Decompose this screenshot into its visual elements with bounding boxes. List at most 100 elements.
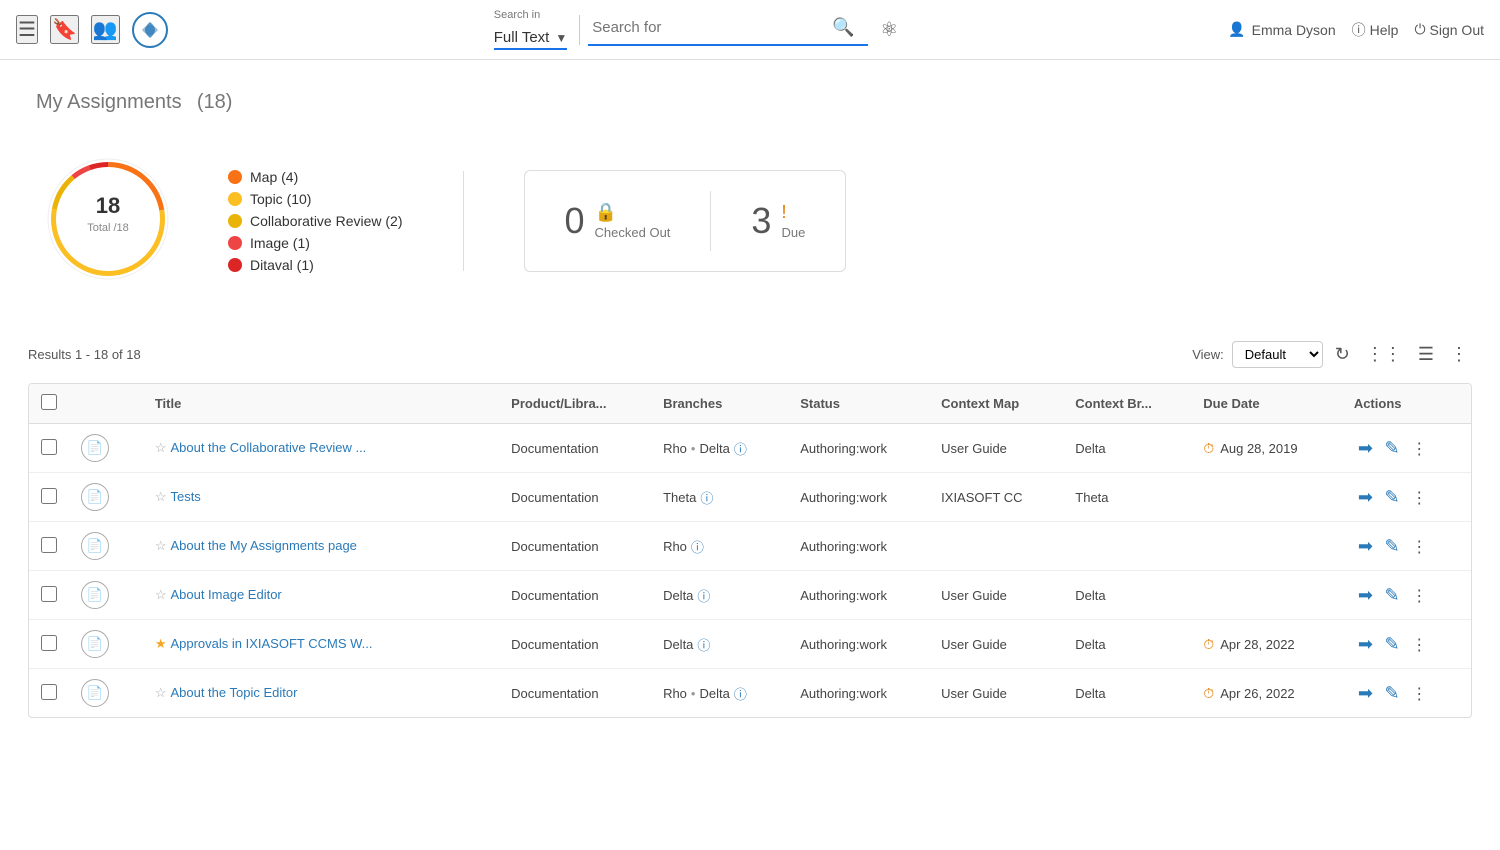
legend-label-image: Image (1) [250, 235, 310, 251]
star-icon-0[interactable]: ☆ [155, 440, 167, 455]
row-actions: ➡ ✎ ⋮ [1342, 424, 1471, 473]
row-product: Documentation [499, 522, 651, 571]
more-button-0[interactable]: ⋮ [1407, 437, 1431, 461]
branch-name: Delta [663, 637, 693, 652]
star-icon-3[interactable]: ☆ [155, 587, 167, 602]
exclamation-icon: ! [781, 202, 786, 223]
user-name: Emma Dyson [1252, 22, 1336, 38]
status-text: Authoring:work [800, 539, 887, 554]
stat-divider [710, 191, 711, 251]
logo[interactable] [132, 12, 168, 48]
row-title-5[interactable]: About the Topic Editor [170, 685, 297, 700]
table-body: 📄☆About the Collaborative Review ...Docu… [29, 424, 1471, 718]
row-checkbox-3[interactable] [41, 586, 57, 602]
edit-button-2[interactable]: ✎ [1381, 534, 1404, 559]
status-text: Authoring:work [800, 490, 887, 505]
assign-button-2[interactable]: ➡ [1354, 534, 1377, 559]
row-status: Authoring:work [788, 424, 929, 473]
assign-button-0[interactable]: ➡ [1354, 436, 1377, 461]
branch-info-icon[interactable]: ⓘ [734, 684, 747, 703]
row-checkbox-4[interactable] [41, 635, 57, 651]
row-title-0[interactable]: About the Collaborative Review ... [170, 440, 366, 455]
search-input-wrapper: 🔍 [588, 13, 868, 46]
legend-item-ditaval: Ditaval (1) [228, 257, 403, 273]
select-all-checkbox[interactable] [41, 394, 57, 410]
edit-button-3[interactable]: ✎ [1381, 583, 1404, 608]
due-label: Due [781, 225, 805, 240]
stats-box: 0 🔒 Checked Out 3 ! Due [524, 170, 847, 272]
table-row: 📄☆TestsDocumentationTheta ⓘAuthoring:wor… [29, 473, 1471, 522]
star-icon-2[interactable]: ☆ [155, 538, 167, 553]
team-button[interactable]: 👥 [91, 15, 120, 44]
assignments-table: Title Product/Libra... Branches Status C… [29, 384, 1471, 717]
search-input[interactable] [588, 15, 828, 40]
edit-button-4[interactable]: ✎ [1381, 632, 1404, 657]
assign-button-4[interactable]: ➡ [1354, 632, 1377, 657]
row-title-1[interactable]: Tests [170, 489, 200, 504]
checked-out-stat: 0 🔒 Checked Out [565, 200, 671, 242]
signout-button[interactable]: ⏻ Sign Out [1414, 21, 1484, 38]
status-text: Authoring:work [800, 588, 887, 603]
summary-area: 18 Total /18 Map (4) Topic (10) Collabor… [28, 139, 1472, 302]
power-icon: ⏻ [1414, 21, 1425, 38]
row-product: Documentation [499, 669, 651, 718]
edit-button-1[interactable]: ✎ [1381, 485, 1404, 510]
legend-dot-ditaval [228, 258, 242, 272]
more-button-3[interactable]: ⋮ [1407, 584, 1431, 608]
row-checkbox-1[interactable] [41, 488, 57, 504]
star-icon-1[interactable]: ☆ [155, 489, 167, 504]
branch-info-icon[interactable]: ⓘ [691, 537, 704, 556]
th-context-br: Context Br... [1063, 384, 1191, 424]
more-button-5[interactable]: ⋮ [1407, 682, 1431, 706]
edit-button-5[interactable]: ✎ [1381, 681, 1404, 706]
filter-rows-button[interactable]: ☰ [1414, 340, 1438, 369]
search-area: Search in Full Text ▼ 🔍 ⚛ [180, 9, 1216, 50]
branch-info-icon[interactable]: ⓘ [697, 635, 710, 654]
results-header: Results 1 - 18 of 18 View: Default Compa… [28, 330, 1472, 379]
search-type-container: Full Text ▼ [494, 29, 567, 50]
edit-button-0[interactable]: ✎ [1381, 436, 1404, 461]
row-title-4[interactable]: Approvals in IXIASOFT CCMS W... [170, 636, 372, 651]
branch-info-icon[interactable]: ⓘ [700, 488, 713, 507]
assign-button-5[interactable]: ➡ [1354, 681, 1377, 706]
summary-divider [463, 171, 464, 271]
row-context-map [929, 522, 1063, 571]
chevron-down-icon[interactable]: ▼ [555, 31, 567, 45]
bookmark-button[interactable]: 🔖 [50, 15, 79, 44]
filter-button[interactable]: ⚛ [876, 13, 902, 46]
row-due-date [1191, 473, 1342, 522]
row-doc-icon: 📄 [81, 434, 109, 462]
row-checkbox-5[interactable] [41, 684, 57, 700]
search-button[interactable]: 🔍 [828, 13, 858, 42]
more-button-2[interactable]: ⋮ [1407, 535, 1431, 559]
help-button[interactable]: ⓘ Help [1352, 20, 1399, 40]
due-date-value: ⏱Aug 28, 2019 [1203, 440, 1330, 457]
row-context-br: Theta [1063, 473, 1191, 522]
table-row: 📄★Approvals in IXIASOFT CCMS W...Documen… [29, 620, 1471, 669]
more-button-4[interactable]: ⋮ [1407, 633, 1431, 657]
svg-text:Total /18: Total /18 [87, 222, 129, 234]
assign-button-1[interactable]: ➡ [1354, 485, 1377, 510]
star-icon-4[interactable]: ★ [155, 636, 167, 651]
star-icon-5[interactable]: ☆ [155, 685, 167, 700]
row-context-br: Delta [1063, 669, 1191, 718]
row-checkbox-2[interactable] [41, 537, 57, 553]
more-options-button[interactable]: ⋮ [1446, 340, 1472, 369]
row-status: Authoring:work [788, 522, 929, 571]
row-checkbox-0[interactable] [41, 439, 57, 455]
hamburger-menu-button[interactable]: ☰ [16, 15, 38, 44]
columns-button[interactable]: ⋮⋮ [1362, 340, 1406, 369]
row-actions: ➡ ✎ ⋮ [1342, 620, 1471, 669]
branch-info-icon[interactable]: ⓘ [734, 439, 747, 458]
assign-button-3[interactable]: ➡ [1354, 583, 1377, 608]
branch-info-icon[interactable]: ⓘ [697, 586, 710, 605]
refresh-button[interactable]: ↻ [1331, 340, 1354, 369]
more-button-1[interactable]: ⋮ [1407, 486, 1431, 510]
user-menu[interactable]: 👤 Emma Dyson [1228, 21, 1335, 38]
row-doc-icon: 📄 [81, 532, 109, 560]
view-select[interactable]: Default Compact Detailed [1232, 341, 1323, 368]
row-title-2[interactable]: About the My Assignments page [170, 538, 356, 553]
row-title-3[interactable]: About Image Editor [170, 587, 281, 602]
header-right: 👤 Emma Dyson ⓘ Help ⏻ Sign Out [1228, 20, 1484, 40]
checked-out-info: 🔒 Checked Out [595, 202, 671, 240]
